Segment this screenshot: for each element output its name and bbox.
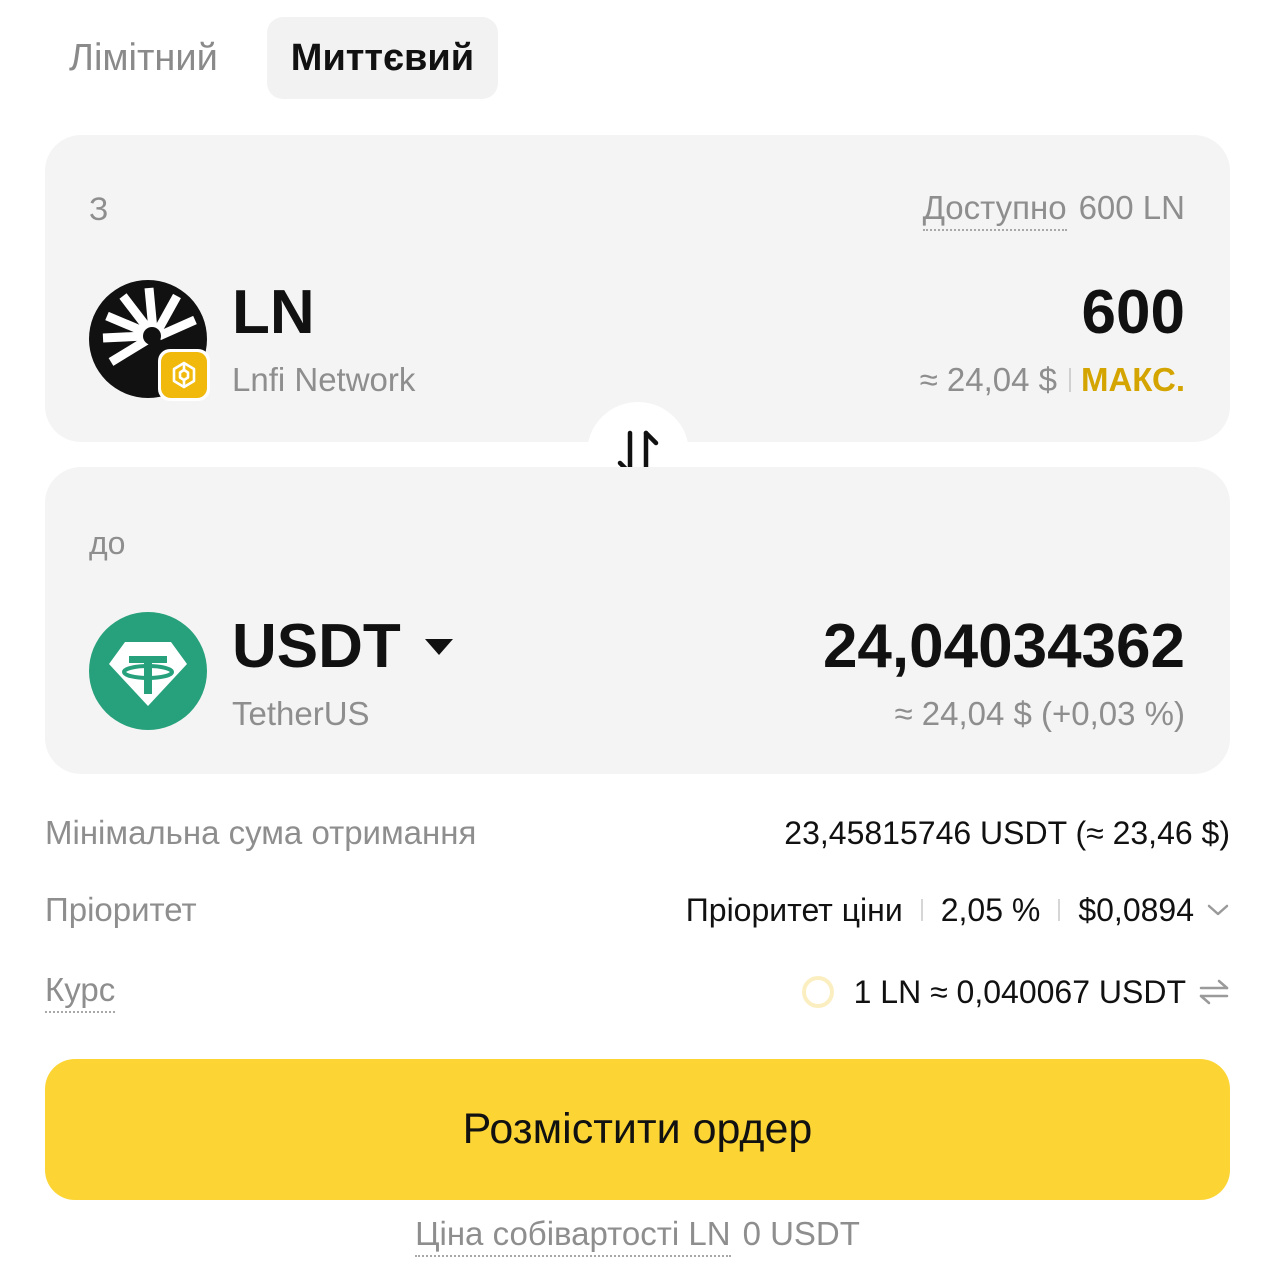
to-card: до USDT TetherUS 24,04034362 ≈ 24,04 $ (… [45, 467, 1230, 774]
priority-value[interactable]: Пріоритет ціни 2,05 % $0,0894 [686, 892, 1230, 929]
divider [920, 899, 923, 921]
refresh-timer-icon [801, 976, 834, 1008]
from-coin-name: Lnfi Network [232, 361, 416, 398]
priority-label: Пріоритет [45, 891, 197, 928]
from-card: З Доступно 600 LN LN Lnfi Network 600 ≈ … [45, 135, 1230, 442]
bnb-chain-badge [158, 349, 210, 401]
rate-value-group: 1 LN ≈ 0,040067 USDT [801, 973, 1230, 1011]
from-symbol-text: LN [232, 278, 315, 347]
place-order-button[interactable]: Розмістити ордер [45, 1059, 1230, 1200]
reverse-rate-icon[interactable] [1198, 979, 1230, 1005]
available-label[interactable]: Доступно [922, 189, 1067, 231]
bnb-chain-badge-icon [161, 352, 207, 398]
caret-down-icon [424, 638, 453, 655]
rate-value: 1 LN ≈ 0,040067 USDT [853, 973, 1186, 1010]
priority-percent: 2,05 % [940, 891, 1041, 928]
tether-icon [89, 612, 207, 730]
max-button[interactable]: МАКС. [1081, 361, 1185, 399]
available-value: 600 LN [1078, 189, 1185, 226]
to-usd-value: ≈ 24,04 $ (+0,03 %) [894, 695, 1185, 732]
to-label: до [89, 525, 126, 561]
divider [1068, 368, 1071, 392]
from-amount-input[interactable]: 600 [1082, 277, 1185, 348]
to-amount: 24,04034362 [822, 612, 1185, 681]
divider [1058, 899, 1061, 921]
rate-label[interactable]: Курс [45, 971, 116, 1013]
min-receive-value: 23,45815746 USDT (≈ 23,46 $) [784, 814, 1230, 851]
priority-fee: $0,0894 [1078, 891, 1194, 928]
cost-price-value: 0 USDT [742, 1215, 860, 1252]
cost-price-label[interactable]: Ціна собівартості LN [415, 1215, 731, 1257]
cost-price: Ціна собівартості LN 0 USDT [0, 1215, 1275, 1257]
from-usd-row: ≈ 24,04 $ МАКС. [920, 361, 1185, 399]
to-coin-selector[interactable]: USDT [232, 611, 455, 682]
from-coin-symbol[interactable]: LN [232, 277, 315, 348]
chevron-down-icon [1206, 902, 1230, 918]
from-usd-value: ≈ 24,04 $ [919, 361, 1057, 398]
min-receive-label: Мінімальна сума отримання [45, 814, 477, 851]
priority-row[interactable]: Пріоритет Пріоритет ціни 2,05 % $0,0894 [45, 885, 1230, 935]
order-type-tabs: Лімітний Миттєвий [45, 16, 499, 100]
priority-mode: Пріоритет ціни [685, 891, 903, 928]
available-balance: Доступно 600 LN [922, 189, 1185, 231]
to-symbol-text: USDT [232, 612, 401, 681]
from-label: З [89, 191, 109, 227]
min-receive-row: Мінімальна сума отримання 23,45815746 US… [45, 808, 1230, 858]
to-coin-name: TetherUS [232, 695, 370, 732]
tab-instant[interactable]: Миттєвий [266, 17, 499, 99]
rate-row: Курс 1 LN ≈ 0,040067 USDT [45, 967, 1230, 1017]
tab-limit[interactable]: Лімітний [45, 17, 242, 99]
